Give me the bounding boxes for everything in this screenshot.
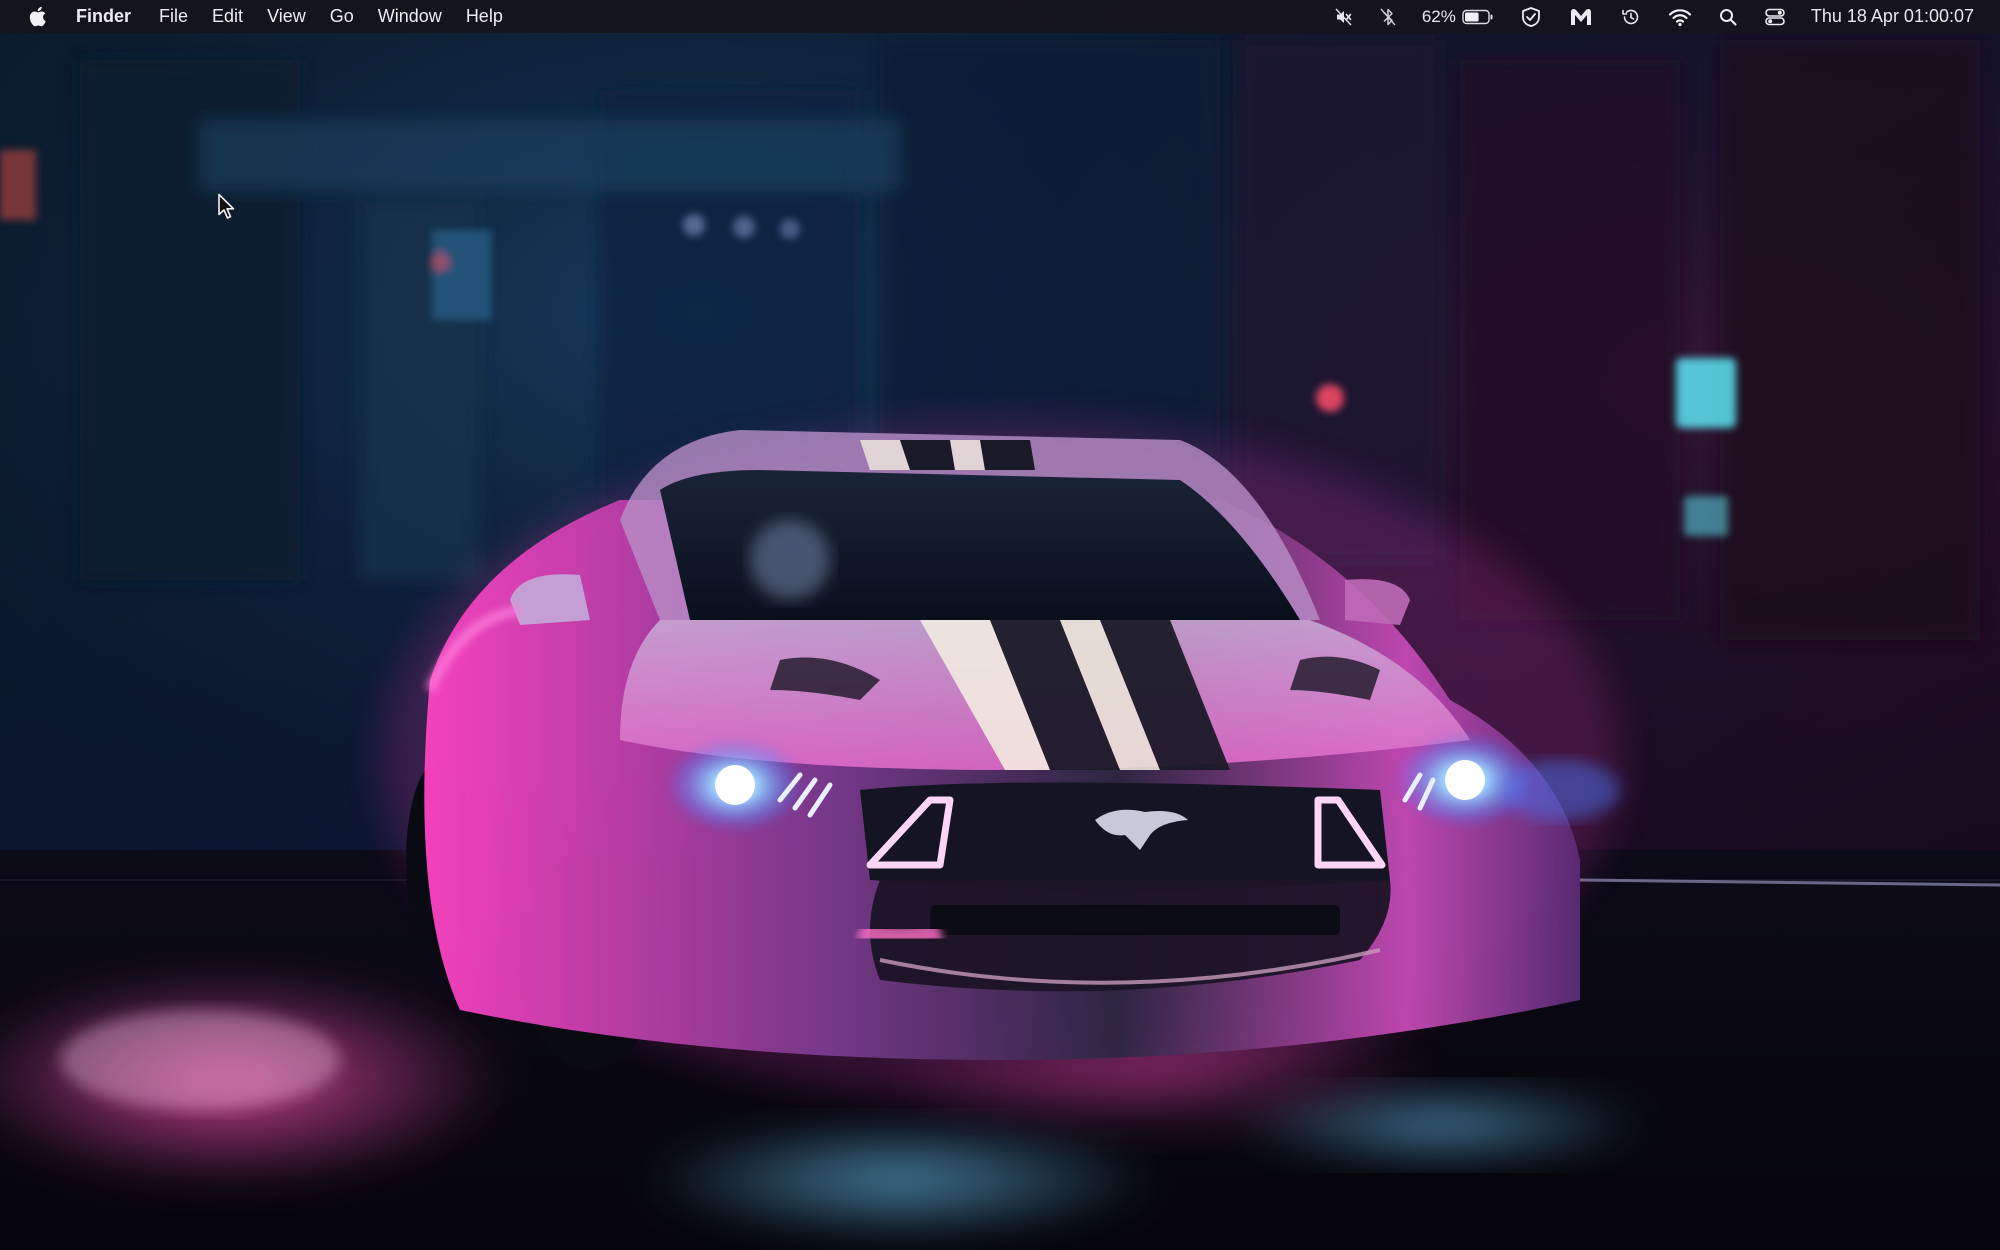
mouse-pointer-icon: [218, 193, 235, 219]
battery-icon: [1462, 9, 1494, 25]
time-machine-icon[interactable]: [1607, 0, 1655, 33]
wifi-icon[interactable]: [1655, 0, 1705, 33]
menu-bar-status-area: 62% Thu 18 Apr 01:00:07: [1321, 0, 2000, 33]
bluetooth-off-icon[interactable]: [1367, 0, 1409, 33]
desktop[interactable]: Finder File Edit View Go Window Help 62%…: [0, 0, 2000, 1250]
menu-edit[interactable]: Edit: [200, 0, 255, 33]
control-center-icon[interactable]: [1751, 0, 1799, 33]
battery-status[interactable]: 62%: [1409, 0, 1507, 33]
menu-bar-clock[interactable]: Thu 18 Apr 01:00:07: [1799, 0, 1974, 33]
menu-view[interactable]: View: [255, 0, 318, 33]
menu-bar-left: Finder File Edit View Go Window Help: [0, 0, 515, 33]
menu-bar: Finder File Edit View Go Window Help 62%…: [0, 0, 2000, 33]
menu-app-finder[interactable]: Finder: [76, 0, 147, 33]
apple-logo-icon[interactable]: [26, 5, 48, 29]
menu-file[interactable]: File: [147, 0, 200, 33]
menu-window[interactable]: Window: [366, 0, 454, 33]
desktop-wallpaper: [0, 0, 2000, 1250]
speaker-muted-icon[interactable]: [1321, 0, 1367, 33]
menu-go[interactable]: Go: [318, 0, 366, 33]
menu-help[interactable]: Help: [454, 0, 515, 33]
search-icon[interactable]: [1705, 0, 1751, 33]
shield-check-icon[interactable]: [1507, 0, 1555, 33]
battery-percentage: 62%: [1421, 6, 1456, 26]
malwarebytes-icon[interactable]: [1555, 0, 1607, 33]
